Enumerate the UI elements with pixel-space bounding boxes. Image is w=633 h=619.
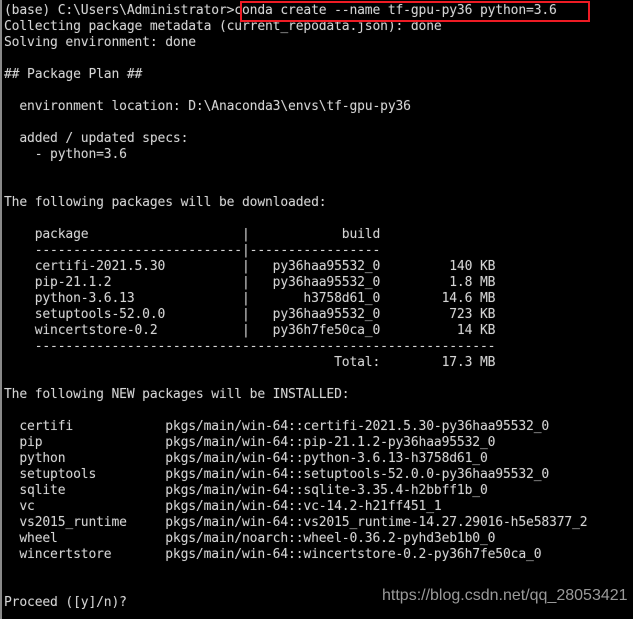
watermark-url: https://blog.csdn.net/qq_28053421 [382,587,628,604]
terminal-window[interactable]: (base) C:\Users\Administrator>conda crea… [0,0,633,619]
console-output[interactable]: (base) C:\Users\Administrator>conda crea… [2,0,588,611]
